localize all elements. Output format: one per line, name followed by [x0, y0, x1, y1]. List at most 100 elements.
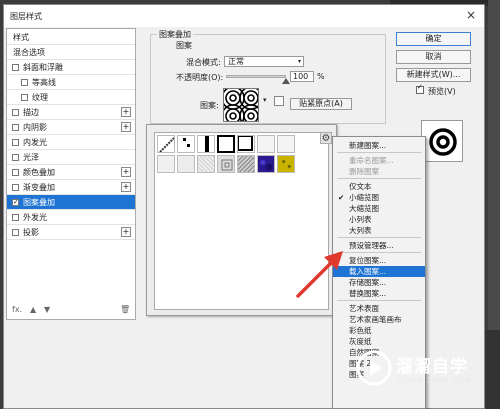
pattern-swatch[interactable] — [177, 155, 195, 173]
preview-pattern-icon — [422, 121, 462, 161]
add-style-icon[interactable]: + — [121, 227, 131, 237]
menu-item[interactable]: 新建图案... — [333, 140, 425, 151]
style-checkbox[interactable] — [12, 169, 19, 176]
opacity-label: 不透明度(O): — [176, 73, 224, 82]
pattern-swatch[interactable] — [217, 155, 235, 173]
menu-item[interactable]: 大缩览图 — [333, 203, 425, 214]
style-list-item[interactable]: 描边 + — [7, 105, 135, 120]
style-list-item[interactable]: 颜色叠加 + — [7, 165, 135, 180]
menu-item[interactable]: 仅文本 — [333, 181, 425, 192]
pattern-swatch[interactable] — [257, 155, 275, 173]
trash-icon[interactable]: 🗑 — [120, 305, 130, 314]
fx-icon[interactable]: fx. — [12, 305, 22, 314]
style-preview — [421, 120, 463, 162]
pattern-swatch[interactable] — [257, 135, 275, 153]
pattern-label: 图案: — [200, 101, 219, 110]
menu-separator — [337, 152, 421, 153]
menu-item[interactable]: 彩色纸 — [333, 325, 425, 336]
blend-mode-select[interactable]: 正常 ▾ — [224, 56, 304, 67]
pattern-dropdown-icon[interactable]: ▾ — [263, 96, 267, 104]
add-style-icon[interactable]: + — [121, 107, 131, 117]
style-checkbox[interactable] — [12, 124, 19, 131]
pattern-swatch[interactable] — [217, 135, 235, 153]
pattern-thumbnail[interactable] — [223, 88, 259, 122]
new-preset-icon[interactable] — [274, 96, 284, 106]
menu-item-label: 重命名图案... — [349, 156, 394, 165]
blend-mode-label: 混合模式: — [186, 58, 221, 67]
style-list-item[interactable]: 投影 + — [7, 225, 135, 240]
style-list-item[interactable]: 内阴影 + — [7, 120, 135, 135]
style-checkbox[interactable] — [12, 195, 19, 210]
style-checkbox[interactable] — [12, 184, 19, 191]
menu-item-label: 灰度纸 — [349, 337, 372, 346]
pattern-swatch[interactable] — [277, 135, 295, 153]
menu-item-label: 艺术家画笔画布 — [349, 315, 402, 324]
menu-item[interactable]: 载入图案... — [333, 266, 425, 277]
style-list-label: 斜面和浮雕 — [23, 63, 63, 72]
style-checkbox[interactable] — [12, 139, 19, 146]
menu-item[interactable]: 艺术家画笔画布 — [333, 314, 425, 325]
menu-item-label: 替换图案... — [349, 289, 387, 298]
opacity-unit: % — [317, 72, 325, 81]
opacity-slider[interactable] — [226, 75, 286, 78]
style-list-item[interactable]: 斜面和浮雕 — [7, 60, 135, 75]
style-list-footer: fx. ▲ ▼ 🗑 — [6, 305, 136, 319]
add-style-icon[interactable]: + — [121, 182, 131, 192]
style-list-item[interactable]: 混合选项 — [7, 45, 135, 60]
style-list-item[interactable]: 外发光 — [7, 210, 135, 225]
pattern-swatch[interactable] — [197, 135, 215, 153]
pattern-swatch[interactable] — [157, 135, 175, 153]
menu-item[interactable]: 复位图案... — [333, 255, 425, 266]
ok-button[interactable]: 确定 — [396, 32, 471, 46]
style-list-item[interactable]: 纹理 — [7, 90, 135, 105]
menu-item[interactable]: 艺术表面 — [333, 303, 425, 314]
move-up-icon[interactable]: ▲ — [30, 305, 36, 314]
menu-item-label: 存储图案... — [349, 278, 387, 287]
add-style-icon[interactable]: + — [121, 122, 131, 132]
style-checkbox[interactable] — [12, 214, 19, 221]
menu-item[interactable]: ✔ 小缩览图 — [333, 192, 425, 203]
style-list-item[interactable]: 等高线 — [7, 75, 135, 90]
menu-item[interactable]: 小列表 — [333, 214, 425, 225]
watermark-subtitle: ZIXUE.3D66.COM — [397, 376, 472, 384]
menu-item[interactable]: 大列表 — [333, 225, 425, 236]
menu-item: 删除图案 — [333, 166, 425, 177]
gear-icon[interactable]: ⚙ — [320, 132, 332, 144]
pattern-swatch[interactable] — [157, 155, 175, 173]
cancel-button[interactable]: 取消 — [396, 50, 471, 64]
pattern-swatch[interactable] — [237, 135, 255, 153]
style-checkbox[interactable] — [12, 64, 19, 71]
move-down-icon[interactable]: ▼ — [44, 305, 50, 314]
concentric-pattern-icon — [224, 89, 258, 121]
opacity-input[interactable]: 100 — [290, 71, 314, 82]
close-icon[interactable]: × — [466, 8, 476, 22]
menu-item-label: 载入图案... — [349, 267, 387, 276]
opacity-slider-thumb[interactable] — [282, 78, 290, 84]
snap-to-origin-button[interactable]: 贴紧原点(A) — [290, 98, 352, 110]
pattern-swatch[interactable] — [177, 135, 195, 153]
style-checkbox[interactable] — [21, 94, 28, 101]
new-style-button[interactable]: 新建样式(W)... — [396, 68, 471, 82]
style-checkbox[interactable] — [12, 229, 19, 236]
style-list-item[interactable]: 渐变叠加 + — [7, 180, 135, 195]
style-checkbox[interactable] — [12, 154, 19, 161]
add-style-icon[interactable]: + — [121, 167, 131, 177]
menu-item[interactable]: 存储图案... — [333, 277, 425, 288]
pattern-picker — [146, 124, 337, 316]
pattern-swatch[interactable] — [197, 155, 215, 173]
menu-item[interactable]: 灰度纸 — [333, 336, 425, 347]
style-list-item[interactable]: 图案叠加 — [7, 195, 135, 210]
style-checkbox[interactable] — [12, 109, 19, 116]
pattern-swatch[interactable] — [237, 155, 255, 173]
preview-checkbox[interactable] — [416, 83, 424, 94]
style-list-item[interactable]: 光泽 — [7, 150, 135, 165]
menu-item-label: 小缩览图 — [349, 193, 379, 202]
menu-item[interactable]: 预设管理器... — [333, 240, 425, 251]
style-checkbox[interactable] — [21, 79, 28, 86]
menu-item[interactable]: 替换图案... — [333, 288, 425, 299]
style-list-item[interactable]: 样式 — [7, 30, 135, 45]
style-list-item[interactable]: 内发光 — [7, 135, 135, 150]
group-title: 图案叠加 — [157, 29, 193, 40]
menu-separator — [337, 252, 421, 253]
pattern-swatch[interactable] — [277, 155, 295, 173]
